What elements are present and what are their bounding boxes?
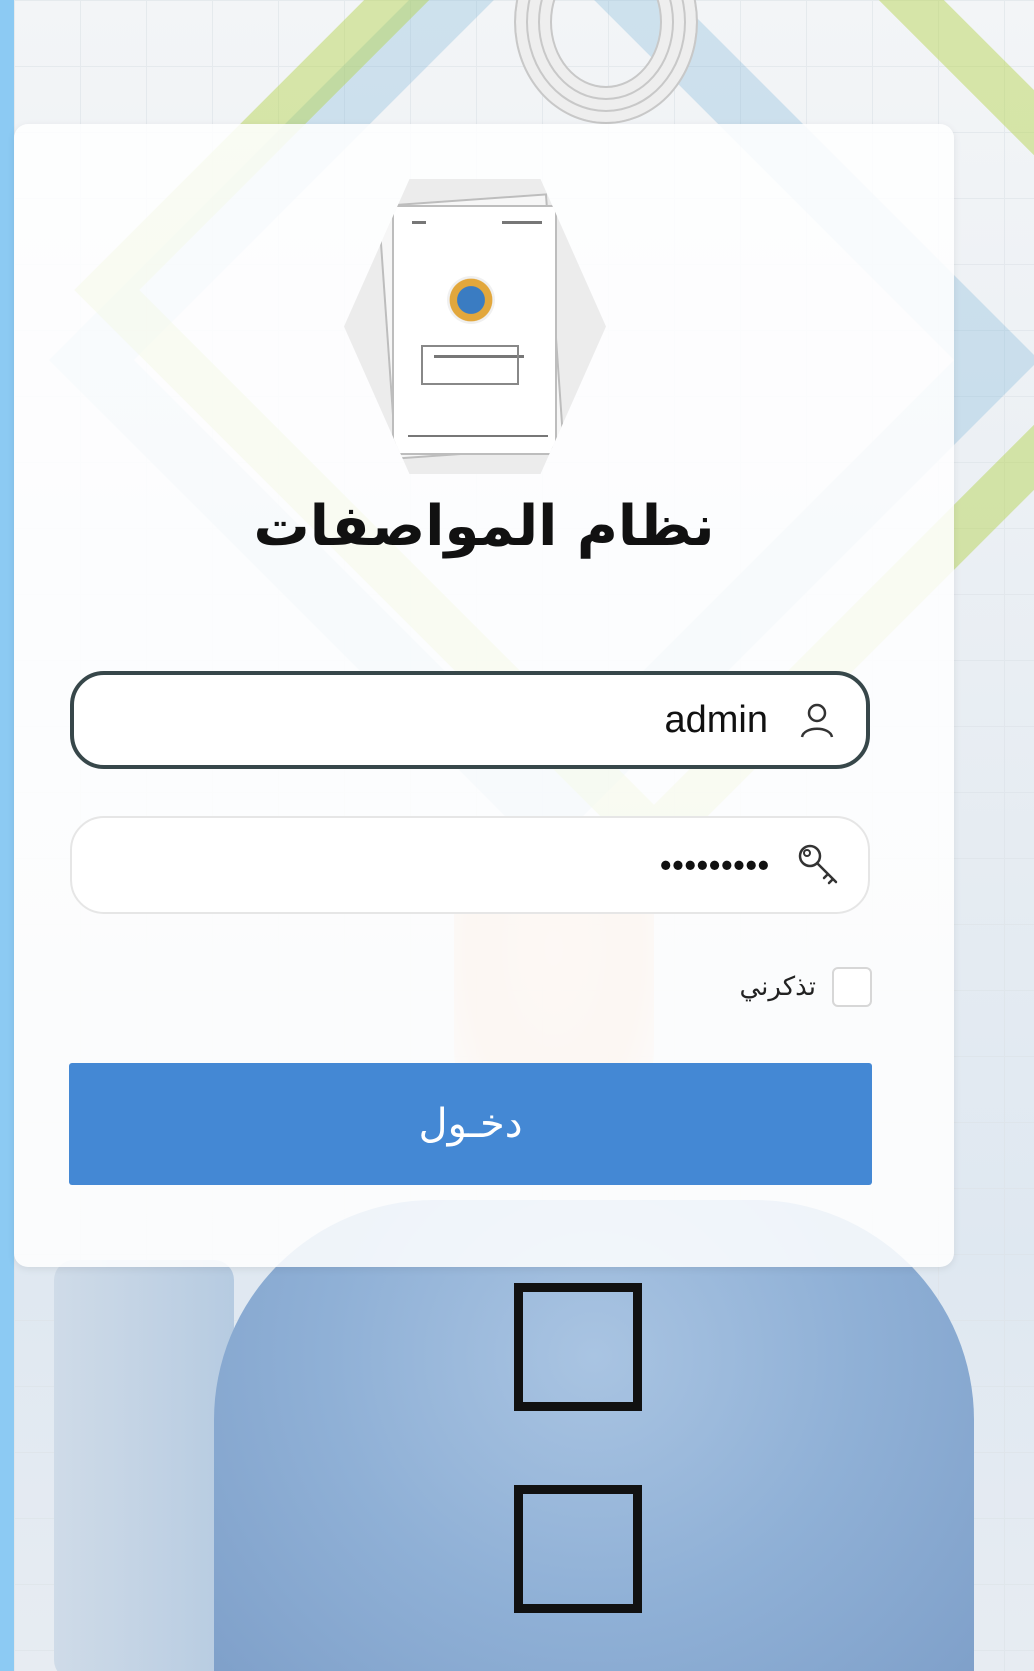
background-arm (54, 1260, 234, 1671)
remember-label: تذكرني (739, 972, 816, 1002)
password-input[interactable]: ••••••••• (660, 818, 770, 912)
logo-footer-line (408, 435, 548, 437)
password-field[interactable]: ••••••••• (70, 816, 870, 914)
side-strip (0, 0, 14, 1671)
username-field[interactable]: admin (70, 671, 870, 769)
logo-page-front (392, 205, 557, 455)
key-icon (794, 818, 844, 912)
background-checkbox-2 (514, 1485, 642, 1613)
app-logo (344, 179, 606, 474)
logo-header-line (502, 221, 542, 224)
emblem-icon (447, 276, 495, 324)
remember-me[interactable]: تذكرني (739, 967, 872, 1007)
logo-box (421, 345, 519, 385)
username-input[interactable]: admin (665, 675, 769, 765)
login-card: نظام المواصفات admin ••••••••• تذكرني دخ… (14, 124, 954, 1267)
background-checkbox-1 (514, 1283, 642, 1411)
remember-checkbox[interactable] (832, 967, 872, 1007)
login-button[interactable]: دخـول (69, 1063, 872, 1185)
page-title: نظام المواصفات (253, 494, 715, 559)
logo-header-mark (412, 221, 426, 224)
user-icon (792, 675, 842, 765)
